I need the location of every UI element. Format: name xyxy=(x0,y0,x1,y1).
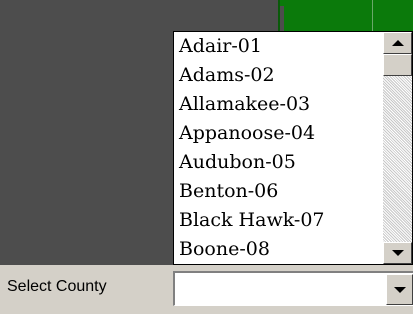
scroll-thumb[interactable] xyxy=(383,54,412,76)
county-combobox[interactable] xyxy=(173,271,413,306)
combobox-dropdown-button[interactable] xyxy=(386,274,413,305)
chevron-down-icon xyxy=(391,250,404,256)
list-item[interactable]: Appanoose-04 xyxy=(174,119,383,148)
list-item[interactable]: Benton-06 xyxy=(174,177,383,206)
list-item[interactable]: Black Hawk-07 xyxy=(174,206,383,235)
county-list[interactable]: Adair-01 Adams-02 Allamakee-03 Appanoose… xyxy=(174,32,383,264)
list-item[interactable]: Allamakee-03 xyxy=(174,90,383,119)
chevron-up-icon xyxy=(391,40,404,46)
chevron-down-icon xyxy=(393,286,406,293)
select-county-label: Select County xyxy=(7,278,107,295)
list-item[interactable]: Adams-02 xyxy=(174,61,383,90)
list-item[interactable]: Adair-01 xyxy=(174,32,383,61)
county-dropdown-list[interactable]: Adair-01 Adams-02 Allamakee-03 Appanoose… xyxy=(173,31,413,265)
scroll-down-button[interactable] xyxy=(383,242,412,264)
scroll-up-button[interactable] xyxy=(383,32,412,54)
list-item[interactable]: Boone-08 xyxy=(174,235,383,264)
vertical-scrollbar[interactable] xyxy=(383,32,412,264)
list-item[interactable]: Audubon-05 xyxy=(174,148,383,177)
